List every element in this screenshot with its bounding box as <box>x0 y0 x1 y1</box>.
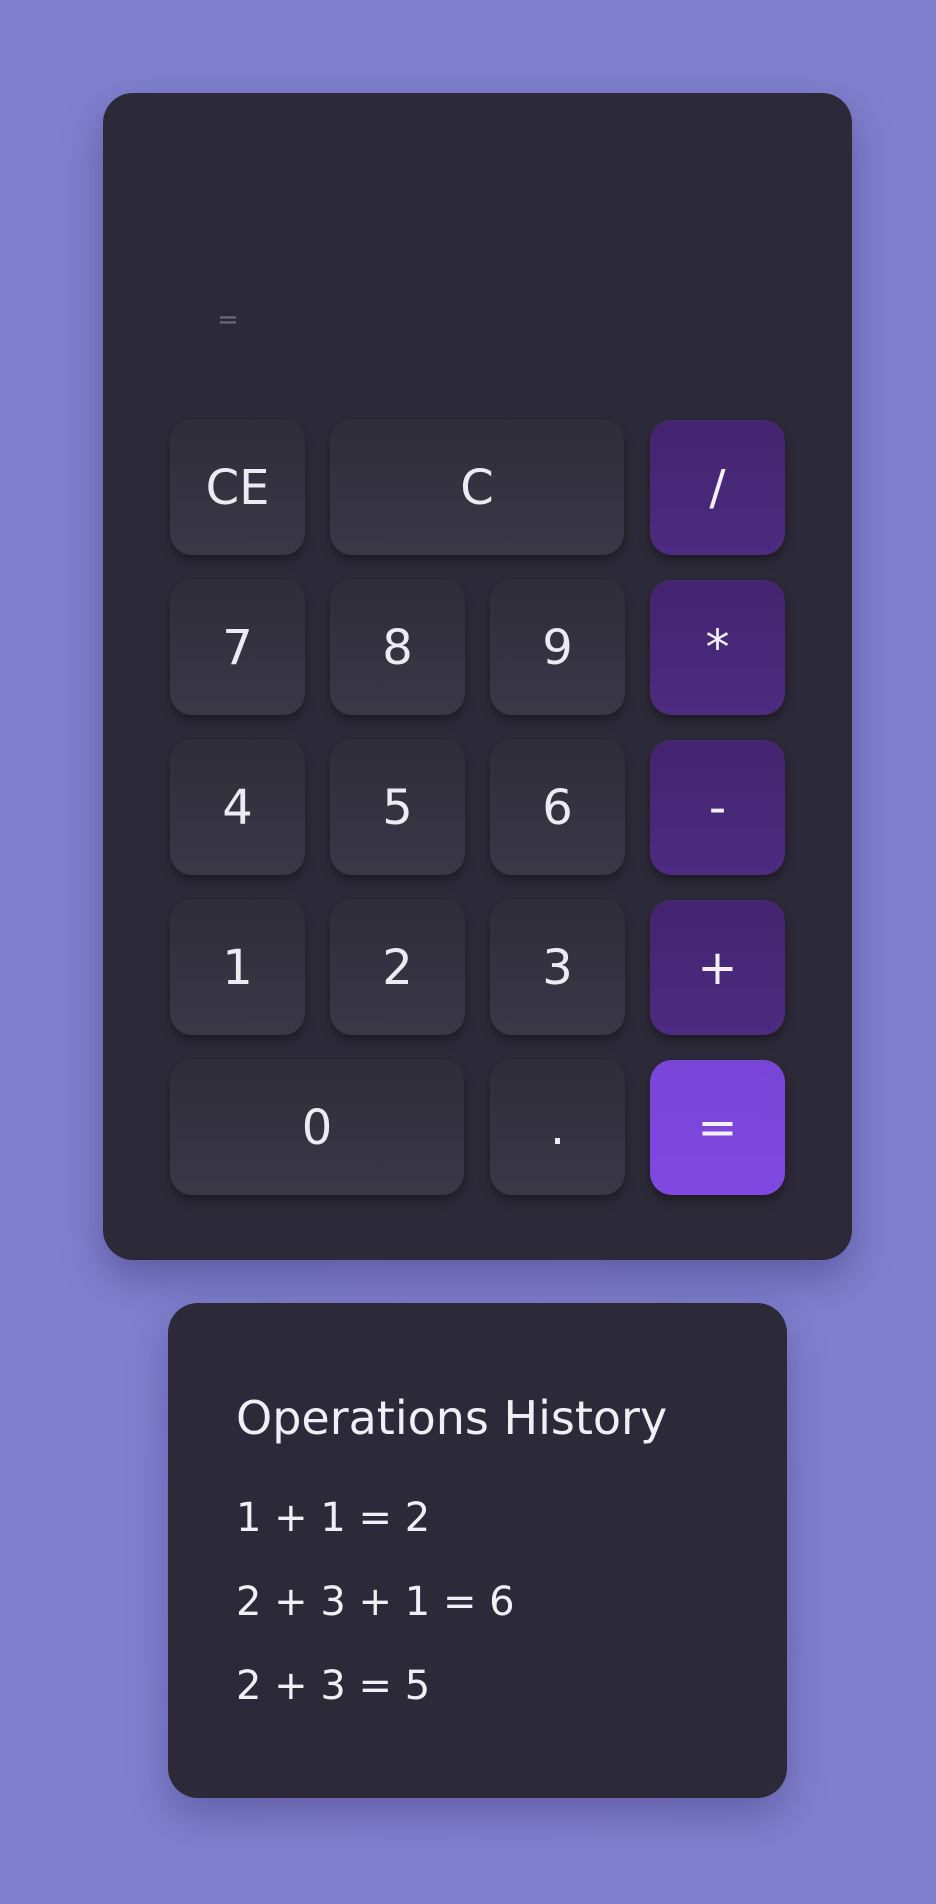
operations-history-panel: Operations History 1 + 1 = 2 2 + 3 + 1 =… <box>168 1303 787 1798</box>
subtract-button[interactable]: - <box>650 740 785 875</box>
display: = <box>103 93 852 413</box>
history-item: 2 + 3 + 1 = 6 <box>236 1579 515 1625</box>
digit-3-button[interactable]: 3 <box>490 900 625 1035</box>
digit-8-button[interactable]: 8 <box>330 580 465 715</box>
digit-2-button[interactable]: 2 <box>330 900 465 1035</box>
digit-6-button[interactable]: 6 <box>490 740 625 875</box>
digit-1-button[interactable]: 1 <box>170 900 305 1035</box>
digit-7-button[interactable]: 7 <box>170 580 305 715</box>
equals-button[interactable]: = <box>650 1060 785 1195</box>
decimal-button[interactable]: . <box>490 1060 625 1195</box>
history-item: 2 + 3 = 5 <box>236 1663 431 1709</box>
clear-entry-button[interactable]: CE <box>170 420 305 555</box>
digit-9-button[interactable]: 9 <box>490 580 625 715</box>
add-button[interactable]: + <box>650 900 785 1035</box>
display-expression: = <box>217 305 240 335</box>
history-item: 1 + 1 = 2 <box>236 1495 431 1541</box>
divide-button[interactable]: / <box>650 420 785 555</box>
clear-button[interactable]: C <box>330 420 624 555</box>
digit-0-button[interactable]: 0 <box>170 1060 464 1195</box>
history-list: 1 + 1 = 2 2 + 3 + 1 = 6 2 + 3 = 5 <box>236 1493 515 1745</box>
history-title: Operations History <box>236 1391 668 1445</box>
digit-5-button[interactable]: 5 <box>330 740 465 875</box>
multiply-button[interactable]: * <box>650 580 785 715</box>
digit-4-button[interactable]: 4 <box>170 740 305 875</box>
calculator: = CE C / 7 8 9 * 4 5 6 - 1 2 3 + 0 . = <box>103 93 852 1260</box>
